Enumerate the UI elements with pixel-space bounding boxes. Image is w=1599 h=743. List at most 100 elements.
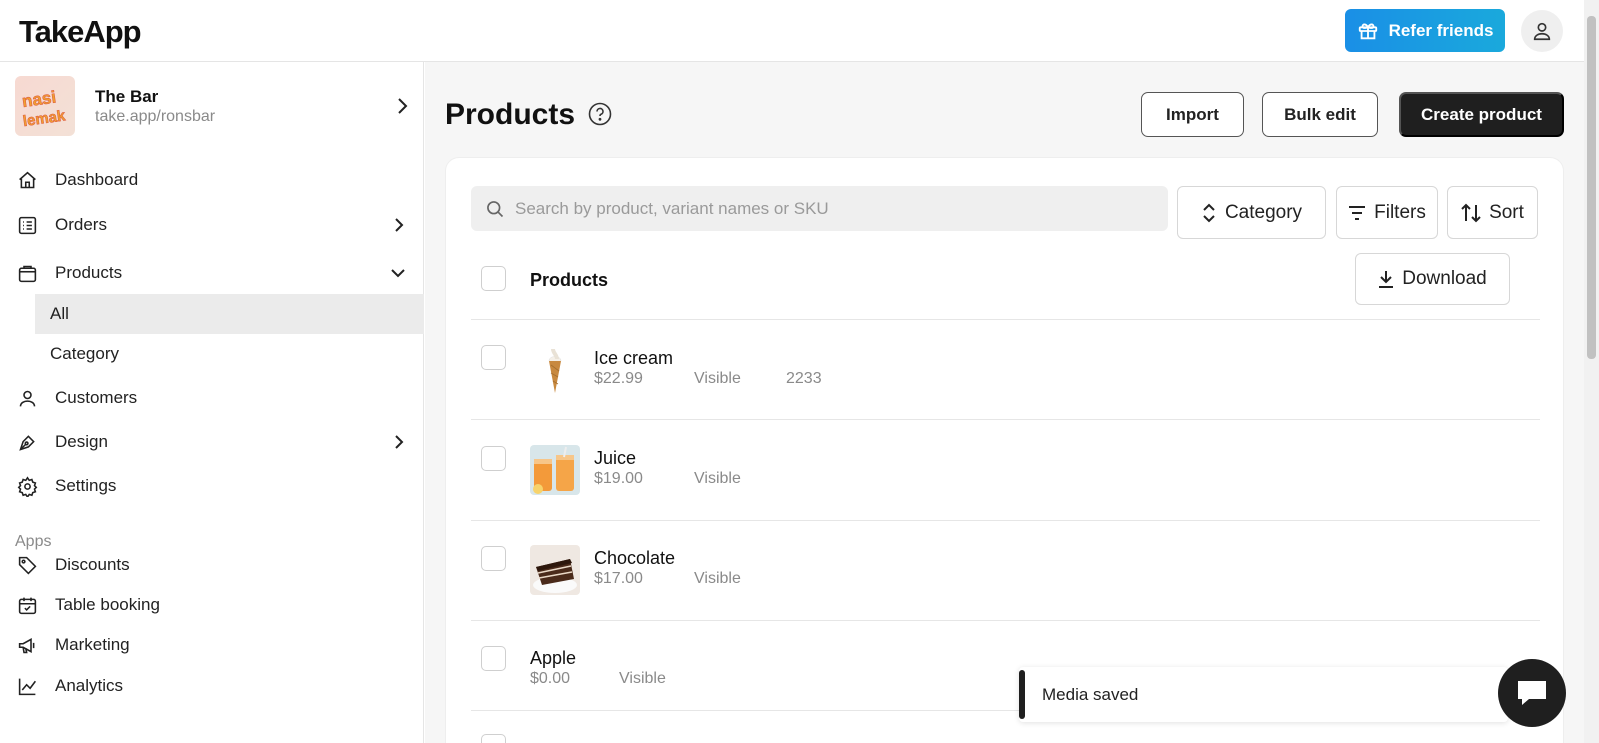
store-name: The Bar xyxy=(95,87,159,106)
app-logo[interactable]: TakeApp xyxy=(19,14,142,50)
product-thumbnail-ice-cream[interactable] xyxy=(530,345,580,395)
bag-icon xyxy=(18,265,37,283)
megaphone-icon xyxy=(18,638,35,654)
product-thumbnail-chocolate[interactable] xyxy=(530,545,580,595)
row-checkbox[interactable] xyxy=(481,345,506,370)
sort-arrows-icon xyxy=(1461,203,1481,222)
toast-notification: Media saved xyxy=(1019,667,1508,722)
filters-button[interactable]: Filters xyxy=(1336,186,1438,239)
divider xyxy=(471,319,1540,320)
line-chart-icon xyxy=(18,678,37,696)
sidebar-subitem-all[interactable]: All xyxy=(35,294,424,334)
page-scrollbar[interactable] xyxy=(1584,0,1599,743)
store-logo-text-1: nasi xyxy=(21,87,57,111)
product-name[interactable]: Apple xyxy=(530,648,576,669)
divider xyxy=(471,520,1540,521)
sidebar-item-customers[interactable]: Customers xyxy=(0,380,424,416)
main-content: Products Import Bulk edit Create product… xyxy=(425,62,1584,743)
pen-nib-icon xyxy=(19,435,35,451)
search-icon xyxy=(487,201,504,218)
sidebar-item-design[interactable]: Design xyxy=(0,424,424,460)
tag-icon xyxy=(18,556,37,575)
sidebar-subitem-category[interactable]: Category xyxy=(35,334,424,374)
import-button[interactable]: Import xyxy=(1141,92,1244,137)
product-thumbnail-juice[interactable] xyxy=(530,445,580,495)
toast-accent-bar xyxy=(1019,670,1025,719)
divider xyxy=(471,419,1540,420)
user-icon xyxy=(19,390,36,407)
product-status: Visible xyxy=(694,570,741,587)
row-checkbox[interactable] xyxy=(481,546,506,571)
sidebar-item-label: Settings xyxy=(55,476,117,495)
product-name[interactable]: Chocolate xyxy=(594,548,675,569)
list-header-label: Products xyxy=(530,270,609,290)
chevron-down-icon xyxy=(391,269,405,278)
category-filter-button[interactable]: Category xyxy=(1177,186,1326,239)
products-card: Category Filters Sort Products Download xyxy=(445,157,1564,743)
sort-label: Sort xyxy=(1489,201,1524,223)
sidebar-item-label: Orders xyxy=(55,215,107,234)
row-checkbox[interactable] xyxy=(481,446,506,471)
store-switcher[interactable]: nasi lemak The Bar take.app/ronsbar xyxy=(15,76,410,136)
sidebar-item-dashboard[interactable]: Dashboard xyxy=(0,162,424,198)
scrollbar-thumb[interactable] xyxy=(1587,16,1596,359)
sidebar-item-settings[interactable]: Settings xyxy=(0,468,424,504)
create-product-button[interactable]: Create product xyxy=(1399,92,1564,137)
sidebar: nasi lemak The Bar take.app/ronsbar Dash… xyxy=(0,62,424,743)
category-filter-label: Category xyxy=(1224,201,1303,223)
store-logo: nasi lemak xyxy=(15,76,75,136)
up-down-chevron-icon xyxy=(1203,203,1215,222)
store-url: take.app/ronsbar xyxy=(95,108,216,125)
gear-icon xyxy=(17,476,38,497)
sidebar-item-label: Design xyxy=(55,432,108,451)
row-checkbox[interactable] xyxy=(481,734,506,743)
sidebar-item-label: Products xyxy=(55,263,123,282)
list-icon xyxy=(18,216,37,235)
filter-lines-icon xyxy=(1349,205,1366,220)
search-input[interactable] xyxy=(515,186,1155,231)
help-icon[interactable] xyxy=(588,102,612,126)
product-sku: 2233 xyxy=(786,370,822,387)
top-bar: TakeApp Refer friends xyxy=(0,0,1584,62)
sidebar-item-label: Discounts xyxy=(55,555,130,574)
user-icon xyxy=(1533,22,1551,41)
product-status: Visible xyxy=(694,370,741,387)
row-checkbox[interactable] xyxy=(481,646,506,671)
toast-message: Media saved xyxy=(1042,685,1139,704)
product-name[interactable]: Ice cream xyxy=(594,348,673,369)
page-title: Products xyxy=(445,98,576,131)
chat-button[interactable] xyxy=(1498,659,1566,727)
filters-label: Filters xyxy=(1374,201,1426,223)
product-name[interactable]: Juice xyxy=(594,448,636,469)
search-box xyxy=(471,186,1168,231)
refer-friends-button[interactable]: Refer friends xyxy=(1345,9,1505,52)
download-icon xyxy=(1379,271,1394,288)
product-status: Visible xyxy=(694,470,741,487)
sidebar-item-label: Customers xyxy=(55,388,138,407)
sidebar-item-table-booking[interactable]: Table booking xyxy=(0,587,424,623)
sidebar-item-products[interactable]: Products xyxy=(0,255,424,291)
select-all-checkbox[interactable] xyxy=(481,266,506,291)
chevron-right-icon xyxy=(395,435,404,449)
download-button[interactable]: Download xyxy=(1355,253,1510,305)
calendar-check-icon xyxy=(18,597,37,615)
refer-friends-label: Refer friends xyxy=(1388,20,1494,40)
sidebar-item-orders[interactable]: Orders xyxy=(0,207,424,243)
chat-bubble-icon xyxy=(1518,681,1546,705)
product-price: $17.00 xyxy=(594,570,643,587)
account-avatar-button[interactable] xyxy=(1521,10,1563,52)
product-price: $0.00 xyxy=(530,670,571,687)
sidebar-item-analytics[interactable]: Analytics xyxy=(0,668,424,704)
download-label: Download xyxy=(1402,268,1487,289)
sidebar-item-label: Dashboard xyxy=(55,170,139,189)
sort-button[interactable]: Sort xyxy=(1447,186,1538,239)
bulk-edit-button[interactable]: Bulk edit xyxy=(1262,92,1378,137)
sidebar-item-label: Table booking xyxy=(55,595,160,614)
chevron-right-icon xyxy=(395,218,404,232)
sidebar-item-marketing[interactable]: Marketing xyxy=(0,627,424,663)
sidebar-item-discounts[interactable]: Discounts xyxy=(0,547,424,583)
divider xyxy=(471,620,1540,621)
product-price: $19.00 xyxy=(594,470,643,487)
sidebar-item-label: Marketing xyxy=(55,635,130,654)
home-icon xyxy=(19,171,36,189)
